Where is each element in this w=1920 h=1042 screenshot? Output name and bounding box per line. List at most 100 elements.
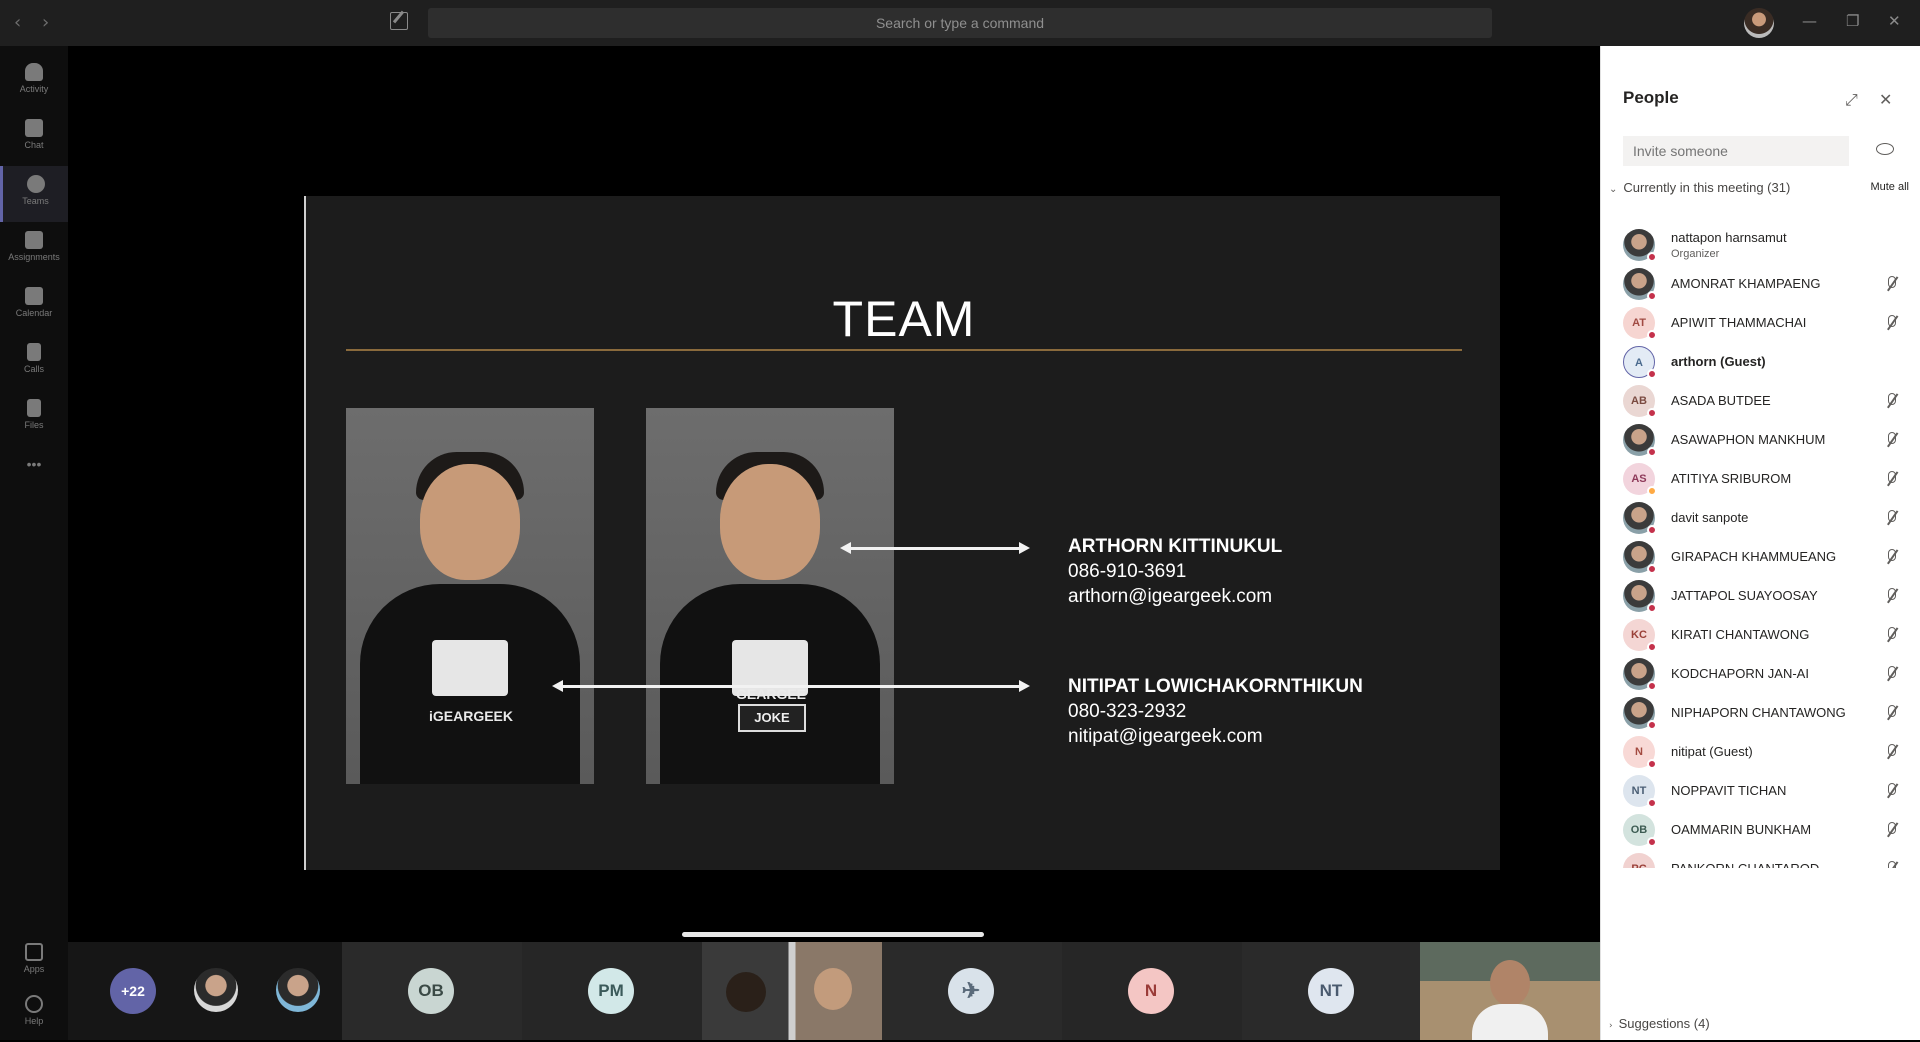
shirt-logo-text: iGEARGEEK [428, 708, 513, 724]
rail-activity[interactable]: Activity [0, 54, 68, 110]
participant-name: OAMMARIN BUNKHAM [1671, 822, 1812, 837]
rail-label: Teams [22, 196, 49, 206]
suggestions-header[interactable]: › Suggestions (4) [1609, 1016, 1710, 1031]
avatar: PC [1623, 853, 1655, 868]
video-person [814, 968, 852, 1010]
shirt-logo [432, 640, 508, 696]
rail-help[interactable]: Help [0, 986, 68, 1042]
close-panel-icon[interactable]: ✕ [1879, 90, 1892, 109]
self-video[interactable] [1420, 942, 1600, 1040]
participant-strip: +22 OB PM ✈ N NT [68, 942, 1600, 1040]
forward-icon[interactable]: › [42, 12, 49, 33]
participant-name: APIWIT THAMMACHAI [1671, 315, 1807, 330]
mute-all-button[interactable]: Mute all [1870, 181, 1909, 193]
participant-row[interactable]: PC PANKORN CHANTAROD [1601, 846, 1920, 868]
compose-icon[interactable] [390, 12, 408, 30]
participant-tile[interactable]: OB [342, 942, 522, 1040]
mic-muted-icon[interactable] [1883, 665, 1899, 683]
rail-calendar[interactable]: Calendar [0, 278, 68, 334]
participant-tile[interactable]: PM [522, 942, 702, 1040]
chevron-down-icon: ⌄ [1609, 184, 1618, 195]
participant-name: ASAWAPHON MANKHUM [1671, 432, 1826, 447]
more-icon: ••• [26, 456, 42, 472]
mic-muted-icon[interactable] [1883, 509, 1899, 527]
rail-apps[interactable]: Apps [0, 934, 68, 990]
mic-muted-icon[interactable] [1883, 626, 1899, 644]
participant-avatar[interactable] [276, 968, 320, 1012]
rail-teams[interactable]: Teams [0, 166, 68, 222]
slide-divider [346, 349, 1462, 351]
mic-muted-icon[interactable] [1883, 548, 1899, 566]
rail-more[interactable]: ••• [0, 446, 68, 502]
contact-arthorn: ARTHORN KITTINUKUL 086-910-3691 arthorn@… [1068, 534, 1282, 609]
assignments-icon [25, 231, 43, 249]
participant-tile[interactable]: N [1062, 942, 1242, 1040]
chat-icon [25, 119, 43, 137]
help-icon [25, 995, 43, 1013]
rail-label: Calls [23, 364, 44, 374]
mic-muted-icon[interactable] [1883, 821, 1899, 839]
profile-avatar[interactable] [1744, 8, 1774, 38]
mic-muted-icon[interactable] [1883, 743, 1899, 761]
stage-handle[interactable] [682, 932, 984, 937]
minimize-icon[interactable]: — [1802, 12, 1817, 30]
participant-tile[interactable]: ✈ [882, 942, 1062, 1040]
suggestions-label: Suggestions (4) [1618, 1016, 1710, 1031]
title-bar: ‹ › Search or type a command — ❐ ✕ [0, 0, 1920, 46]
maximize-icon[interactable]: ❐ [1846, 12, 1859, 30]
phone-icon [27, 343, 41, 361]
section-label: Currently in this meeting (31) [1623, 180, 1791, 195]
calendar-icon [25, 287, 43, 305]
arrow-to-nitipat [552, 680, 1030, 692]
contact-email: arthorn@igeargeek.com [1068, 586, 1273, 607]
photo-face [420, 464, 520, 580]
close-window-icon[interactable]: ✕ [1888, 12, 1901, 30]
team-photo-right: GEARGEE JOKE [646, 408, 894, 784]
mic-muted-icon[interactable] [1883, 314, 1899, 332]
participant-name: KIRATI CHANTAWONG [1671, 627, 1810, 642]
contact-name: NITIPAT LOWICHAKORNTHIKUN [1068, 676, 1363, 697]
mic-muted-icon[interactable] [1883, 782, 1899, 800]
meeting-section-header[interactable]: ⌄ Currently in this meeting (31) Mute all [1609, 180, 1909, 195]
rail-label: Files [24, 420, 44, 430]
meeting-stage: TEAM iGEARGEEK GEARGEE JOKE ARTHORN KITT… [68, 46, 1600, 942]
rail-assignments[interactable]: Assignments [0, 222, 68, 278]
mic-muted-icon[interactable] [1883, 704, 1899, 722]
contact-phone: 086-910-3691 [1068, 561, 1187, 582]
participant-name: ASADA BUTDEE [1671, 393, 1771, 408]
participant-avatar: ✈ [948, 968, 994, 1014]
participant-name: AMONRAT KHAMPAENG [1671, 276, 1821, 291]
participant-tile[interactable]: NT [1242, 942, 1422, 1040]
invite-someone-input[interactable] [1623, 136, 1849, 166]
command-search-input[interactable]: Search or type a command [428, 8, 1492, 38]
video-person-shirt [1472, 1004, 1548, 1040]
back-icon[interactable]: ‹ [14, 12, 21, 33]
rail-calls[interactable]: Calls [0, 334, 68, 390]
mic-muted-icon[interactable] [1883, 470, 1899, 488]
overflow-participants-button[interactable]: +22 [110, 968, 156, 1014]
rail-files[interactable]: Files [0, 390, 68, 446]
arrow-to-arthorn [840, 542, 1030, 554]
participant-video[interactable] [702, 942, 882, 1040]
rail-chat[interactable]: Chat [0, 110, 68, 166]
participant-avatar[interactable] [194, 968, 238, 1012]
mic-muted-icon[interactable] [1883, 275, 1899, 293]
pop-out-icon[interactable]: ⤢ [1845, 90, 1858, 110]
rail-label: Assignments [8, 252, 60, 262]
shared-slide: TEAM iGEARGEEK GEARGEE JOKE ARTHORN KITT… [304, 196, 1500, 870]
video-person [726, 972, 766, 1012]
mic-muted-icon[interactable] [1883, 431, 1899, 449]
people-title: People [1623, 88, 1679, 107]
participant-name: PANKORN CHANTAROD [1671, 861, 1819, 868]
team-photo-left: iGEARGEEK [346, 408, 594, 784]
participant-name: arthorn (Guest) [1671, 354, 1766, 369]
apps-icon [25, 943, 43, 961]
share-link-icon[interactable] [1876, 143, 1894, 155]
video-person [1490, 960, 1530, 1006]
participant-role: Organizer [1671, 248, 1720, 260]
participant-name: JATTAPOL SUAYOOSAY [1671, 588, 1818, 603]
mic-muted-icon[interactable] [1883, 587, 1899, 605]
mic-muted-icon[interactable] [1883, 392, 1899, 410]
mic-muted-icon[interactable] [1883, 860, 1899, 868]
participant-initials: N [1128, 968, 1174, 1014]
